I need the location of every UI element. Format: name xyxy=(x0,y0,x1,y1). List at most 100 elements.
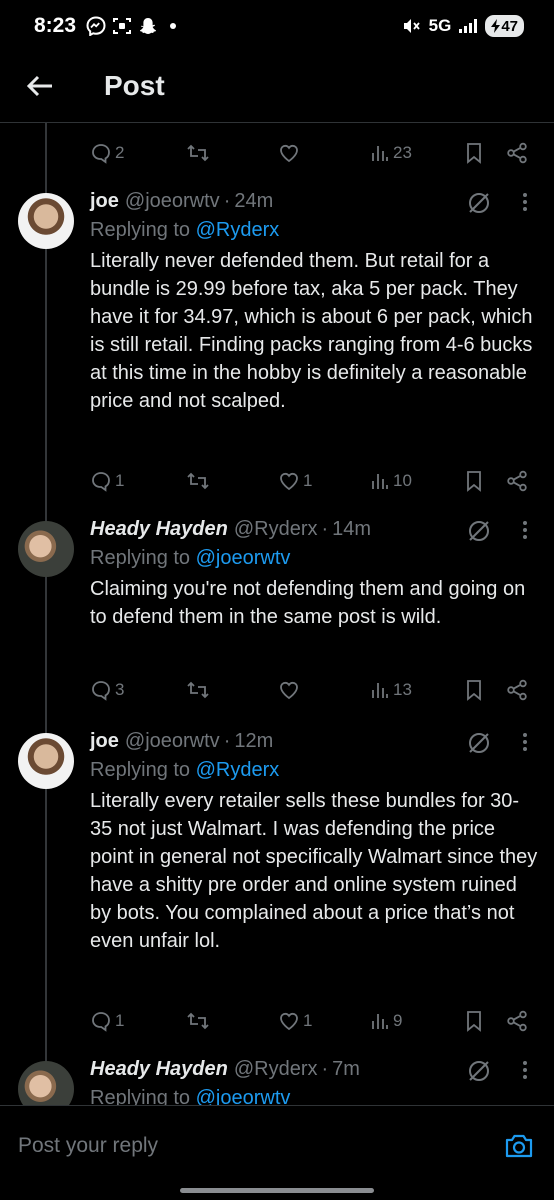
grok-icon[interactable] xyxy=(466,190,492,216)
reply-icon xyxy=(92,1012,110,1032)
bookmark-icon xyxy=(467,471,481,492)
replying-to-label: Replying to xyxy=(90,547,191,569)
share-button[interactable] xyxy=(506,142,528,164)
grok-icon[interactable] xyxy=(466,730,492,756)
mention-link[interactable]: @joeorwtv xyxy=(196,547,291,569)
views-icon xyxy=(372,1014,388,1029)
back-button[interactable] xyxy=(0,52,80,120)
reply-count: 2 xyxy=(115,143,125,162)
share-button[interactable] xyxy=(506,470,528,492)
avatar[interactable] xyxy=(18,733,74,789)
grok-icon[interactable] xyxy=(466,1058,492,1084)
reply-button[interactable]: 2 xyxy=(90,142,124,164)
timestamp: 24m xyxy=(234,190,274,212)
screenshot-icon xyxy=(113,18,132,34)
repost-button[interactable] xyxy=(186,679,213,701)
more-options-icon[interactable] xyxy=(522,518,528,542)
views-button[interactable]: 9 xyxy=(370,1011,402,1031)
more-options-icon[interactable] xyxy=(522,190,528,214)
separator-dot: · xyxy=(321,518,329,540)
bookmark-icon xyxy=(467,1011,481,1032)
separator-dot: · xyxy=(223,190,231,212)
share-button[interactable] xyxy=(506,679,528,701)
user-handle[interactable]: @Ryderx xyxy=(234,1056,318,1082)
user-handle[interactable]: @joeorwtv xyxy=(125,188,220,214)
like-button[interactable] xyxy=(278,679,303,701)
user-handle[interactable]: @Ryderx xyxy=(234,516,318,542)
views-button[interactable]: 13 xyxy=(370,680,412,700)
views-button[interactable]: 23 xyxy=(370,143,412,163)
views-button[interactable]: 10 xyxy=(370,471,412,491)
avatar[interactable] xyxy=(18,193,74,249)
bookmark-button[interactable] xyxy=(464,142,484,164)
repost-button[interactable] xyxy=(186,1010,213,1032)
status-bar: 8:23 5G 47 xyxy=(0,0,554,52)
user-handle[interactable]: @joeorwtv xyxy=(125,728,220,754)
share-icon xyxy=(507,142,527,164)
avatar[interactable] xyxy=(18,1061,74,1105)
display-name[interactable]: Heady Hayden xyxy=(90,1056,228,1082)
replying-to-line: Replying to @joeorwtv xyxy=(90,545,536,571)
avatar[interactable] xyxy=(18,521,74,577)
reply-button[interactable]: 1 xyxy=(90,470,124,492)
more-options-icon[interactable] xyxy=(522,1058,528,1082)
timestamp: 14m xyxy=(332,518,372,540)
reply-thread[interactable]: 2 23 joe @joeorwtv · 24m Replying to @Ry… xyxy=(0,123,554,1105)
mute-icon xyxy=(403,19,420,33)
share-icon xyxy=(507,470,527,492)
repost-icon xyxy=(187,1012,209,1030)
display-name[interactable]: joe xyxy=(90,188,119,214)
share-button[interactable] xyxy=(506,1010,528,1032)
back-arrow-icon xyxy=(26,75,52,97)
bookmark-button[interactable] xyxy=(464,679,484,701)
grok-icon[interactable] xyxy=(466,518,492,544)
replying-to-label: Replying to xyxy=(90,759,191,781)
share-icon xyxy=(507,1010,527,1032)
mention-link[interactable]: @joeorwtv xyxy=(196,1087,291,1105)
repost-button[interactable] xyxy=(186,470,213,492)
reply-input[interactable] xyxy=(18,1125,502,1166)
like-button[interactable] xyxy=(278,142,303,164)
reply-count: 1 xyxy=(115,471,125,490)
mention-link[interactable]: @Ryderx xyxy=(196,219,280,241)
battery-icon: 47 xyxy=(485,15,524,37)
view-count: 9 xyxy=(393,1011,403,1030)
view-count: 10 xyxy=(393,471,412,490)
replying-to-label: Replying to xyxy=(90,219,191,241)
tweet-text: Claiming you're not defending them and g… xyxy=(90,578,526,628)
snapchat-icon xyxy=(140,18,157,34)
reply-icon xyxy=(92,144,110,164)
network-label: 5G xyxy=(428,16,452,35)
mention-link[interactable]: @Ryderx xyxy=(196,759,280,781)
bookmark-button[interactable] xyxy=(464,1010,484,1032)
repost-icon xyxy=(187,472,209,490)
views-icon xyxy=(372,146,388,161)
bookmark-button[interactable] xyxy=(464,470,484,492)
notification-dot-icon xyxy=(170,23,177,29)
action-row: 2 23 xyxy=(90,133,536,173)
like-button[interactable]: 1 xyxy=(278,470,312,492)
display-name[interactable]: Heady Hayden xyxy=(90,516,228,542)
separator-dot: · xyxy=(223,730,231,752)
views-icon xyxy=(372,683,388,698)
home-indicator[interactable] xyxy=(180,1188,374,1193)
view-count: 13 xyxy=(393,680,412,699)
messenger-icon xyxy=(86,16,106,36)
display-name[interactable]: joe xyxy=(90,728,119,754)
top-app-bar: Post xyxy=(0,52,554,120)
action-row: 1 1 9 xyxy=(90,1001,536,1041)
camera-button[interactable] xyxy=(502,1129,536,1163)
timestamp: 12m xyxy=(234,730,274,752)
reply-composer xyxy=(0,1105,554,1185)
replying-to-line: Replying to @Ryderx xyxy=(90,757,536,783)
like-button[interactable]: 1 xyxy=(278,1010,312,1032)
repost-icon xyxy=(187,681,209,699)
like-count: 1 xyxy=(303,471,313,490)
status-time: 8:23 xyxy=(34,14,77,37)
reply-button[interactable]: 3 xyxy=(90,679,124,701)
repost-button[interactable] xyxy=(186,142,213,164)
heart-icon xyxy=(280,1012,298,1031)
reply-button[interactable]: 1 xyxy=(90,1010,124,1032)
more-options-icon[interactable] xyxy=(522,730,528,754)
tweet-text: Literally every retailer sells these bun… xyxy=(90,790,538,952)
